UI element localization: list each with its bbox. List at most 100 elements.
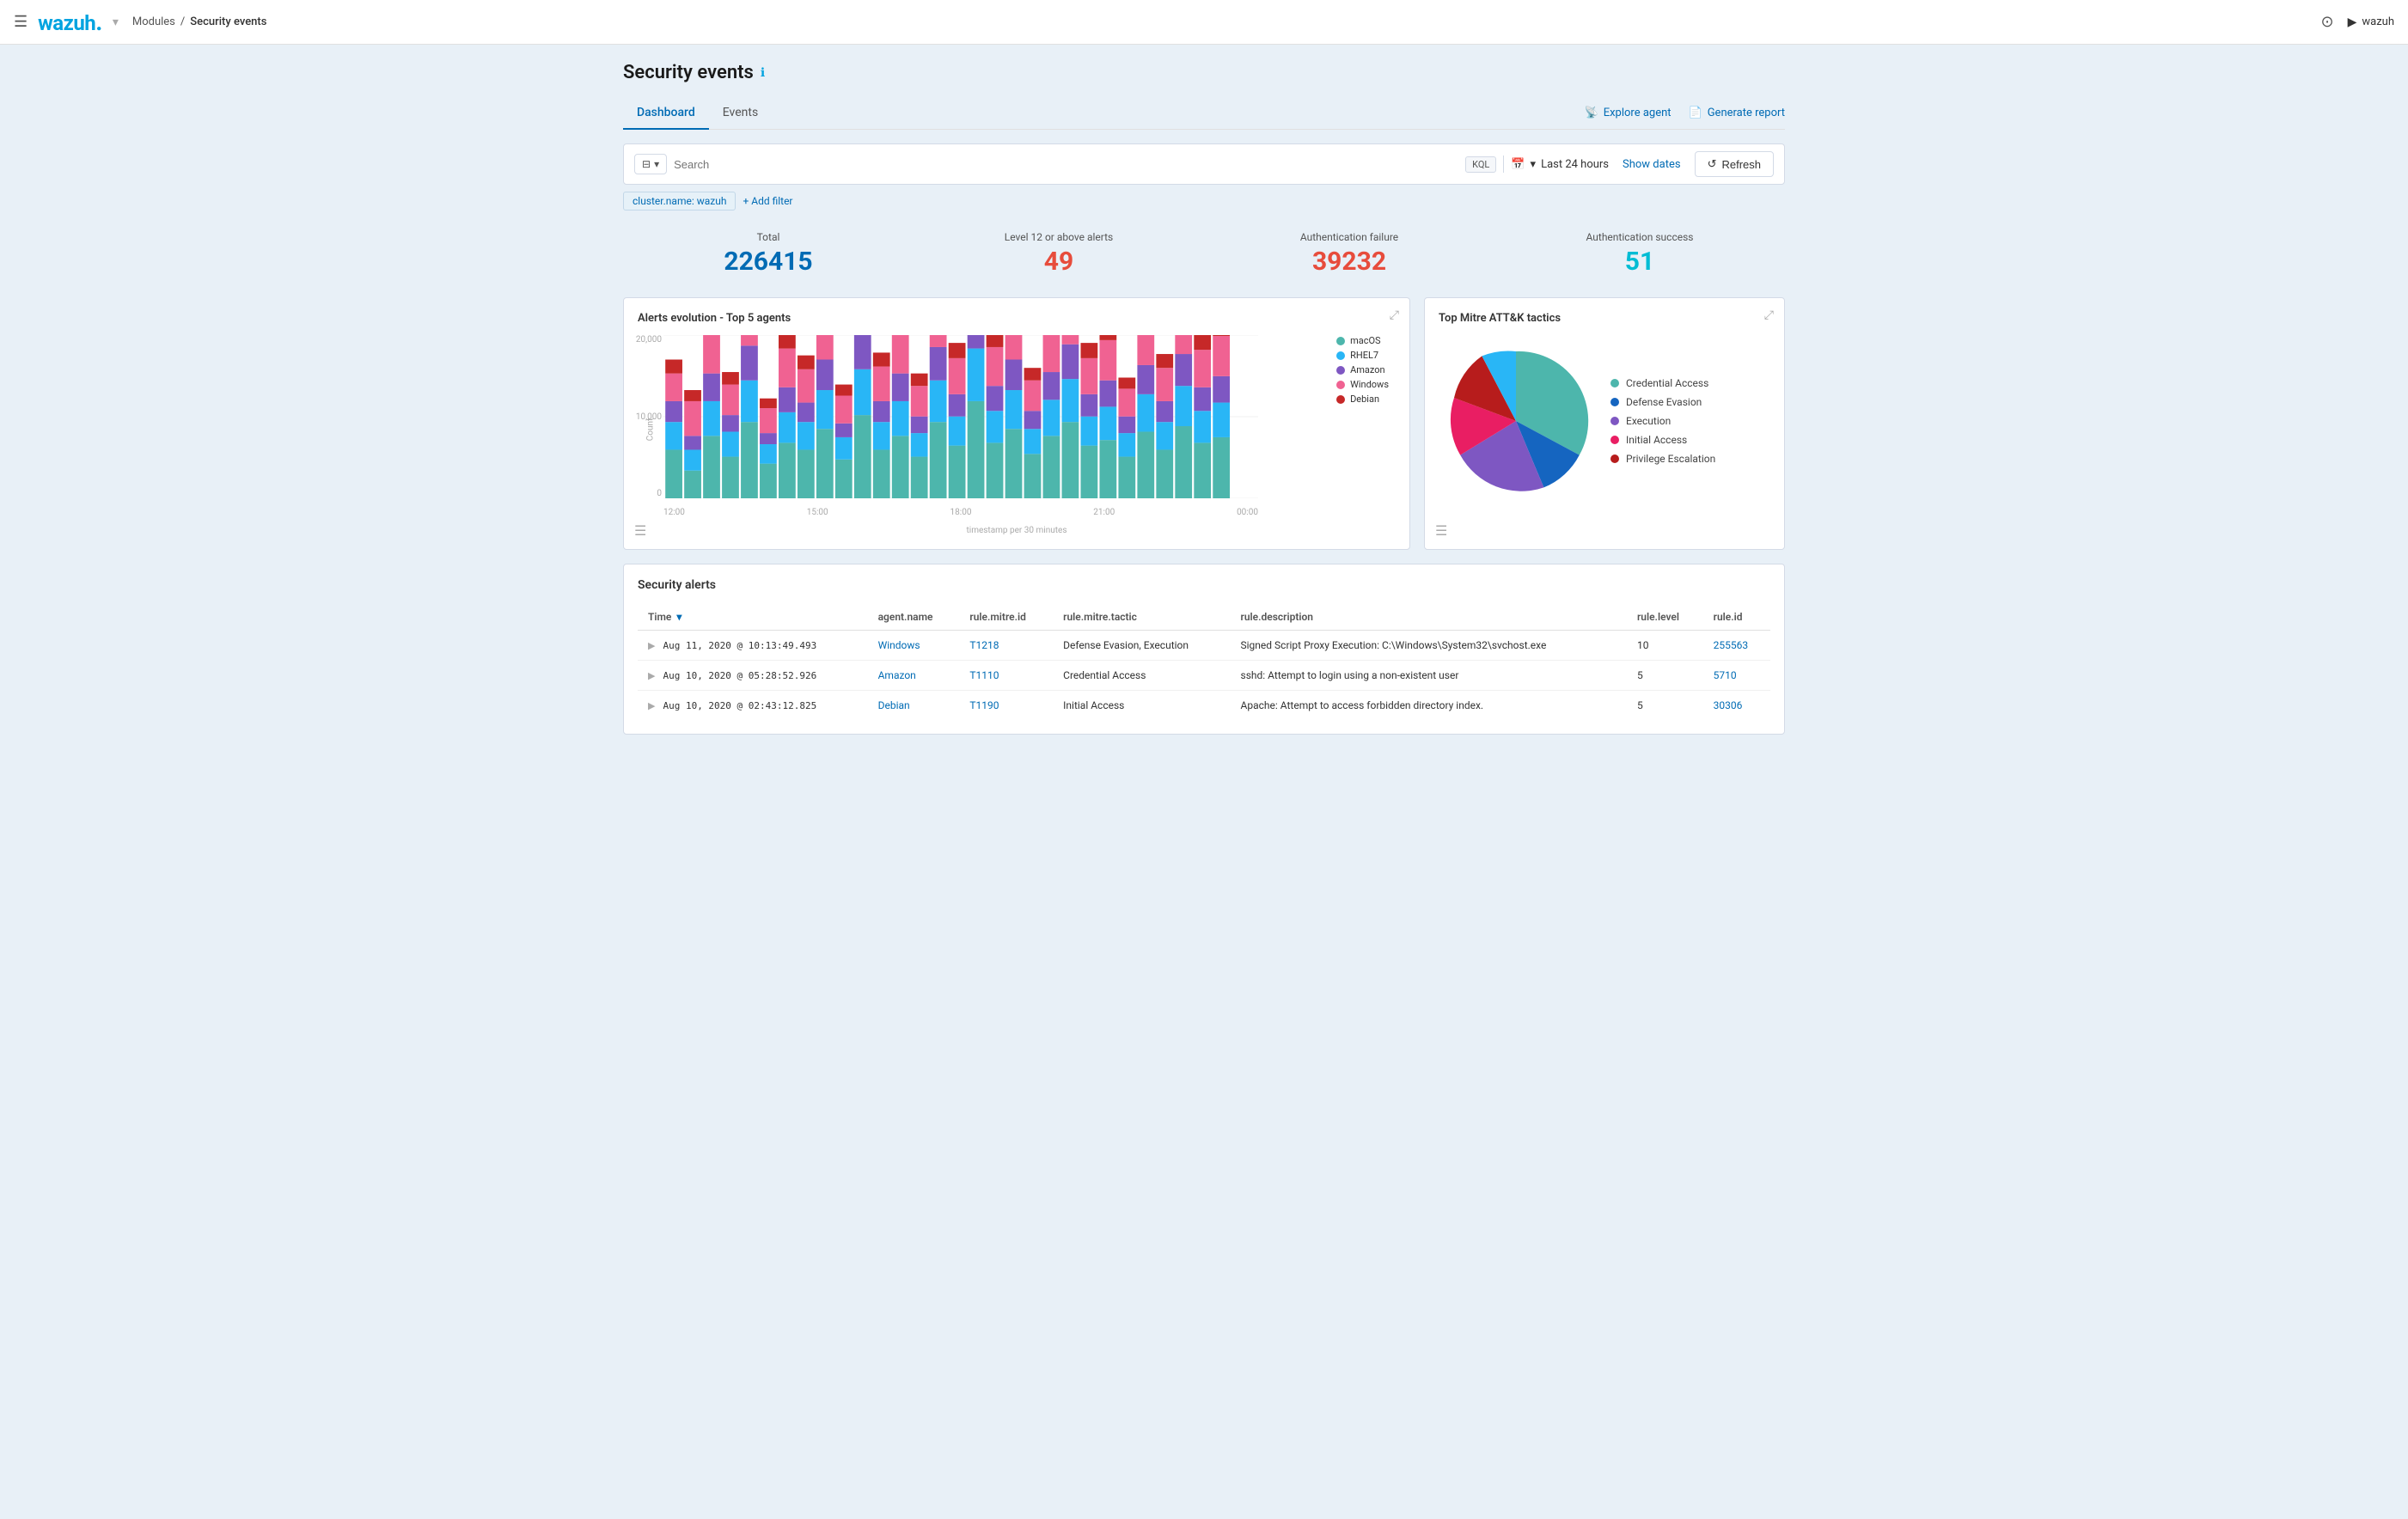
filter-divider	[1503, 156, 1504, 173]
col-time-label: Time	[648, 611, 671, 623]
pie-chart-expand-icon[interactable]: ⤢	[1764, 308, 1774, 322]
legend-windows-label: Windows	[1350, 379, 1389, 390]
row1-time: ▶ Aug 11, 2020 @ 10:13:49.493	[638, 631, 868, 661]
legend-amazon-label: Amazon	[1350, 364, 1385, 375]
explore-agent-link[interactable]: 📡 Explore agent	[1585, 107, 1672, 119]
row2-agent-link[interactable]: Amazon	[878, 669, 916, 681]
stat-level12-label: Level 12 or above alerts	[914, 231, 1204, 243]
col-time[interactable]: Time ▾	[638, 604, 868, 631]
pie-legend-defense-evasion-label: Defense Evasion	[1626, 396, 1702, 408]
breadcrumb-separator: /	[180, 15, 185, 28]
explore-agent-label: Explore agent	[1604, 107, 1672, 119]
row3-mitre-id-link[interactable]: T1190	[969, 699, 999, 711]
kql-badge[interactable]: KQL	[1465, 156, 1496, 173]
show-dates-link[interactable]: Show dates	[1623, 158, 1681, 171]
logo-dot: .	[95, 8, 102, 36]
row3-description: Apache: Attempt to access forbidden dire…	[1231, 691, 1627, 721]
bar-chart-area: Count 20,000 10,000 0	[638, 335, 1396, 524]
row1-rule-id-link[interactable]: 255563	[1714, 639, 1748, 651]
tab-events[interactable]: Events	[709, 97, 772, 130]
legend-macos-dot	[1336, 337, 1345, 345]
pie-legend-credential-access-label: Credential Access	[1626, 377, 1708, 389]
bar-chart-inner: 20,000 10,000 0 12:00 15:00	[663, 335, 1258, 498]
row3-rule-id: 30306	[1703, 691, 1770, 721]
row2-rule-id-link[interactable]: 5710	[1714, 669, 1737, 681]
pie-chart-list-icon[interactable]: ☰	[1435, 522, 1447, 539]
stats-row: Total 226415 Level 12 or above alerts 49…	[623, 224, 1785, 284]
user-menu[interactable]: ▶ wazuh	[2348, 15, 2394, 29]
row2-time: ▶ Aug 10, 2020 @ 05:28:52.926	[638, 661, 868, 691]
generate-report-link[interactable]: 📄 Generate report	[1689, 107, 1785, 119]
pie-legend-privilege-escalation: Privilege Escalation	[1610, 453, 1715, 465]
pie-chart-title: Top Mitre ATT&K tactics	[1439, 312, 1770, 325]
row2-expand-icon[interactable]: ▶	[648, 670, 655, 681]
stat-total-value: 226415	[623, 247, 914, 277]
pie-legend-credential-access: Credential Access	[1610, 377, 1715, 389]
logo-text: wazuh	[38, 11, 95, 35]
x-label-0: 12:00	[663, 508, 685, 517]
row2-mitre-id: T1110	[959, 661, 1053, 691]
report-icon: 📄	[1689, 107, 1702, 119]
tab-dashboard[interactable]: Dashboard	[623, 97, 709, 130]
row3-agent-link[interactable]: Debian	[878, 699, 910, 711]
row3-rule-id-link[interactable]: 30306	[1714, 699, 1743, 711]
filter-bar: ⊟ ▾ KQL 📅 ▾ Last 24 hours Show dates ↺ R…	[623, 143, 1785, 185]
pie-legend-initial-access-dot	[1610, 436, 1619, 444]
filter-toggle-button[interactable]: ⊟ ▾	[634, 154, 667, 174]
logo-dropdown-icon[interactable]: ▾	[113, 15, 119, 29]
calendar-chevron: ▾	[1531, 158, 1537, 171]
row1-expand-icon[interactable]: ▶	[648, 640, 655, 651]
breadcrumb-modules[interactable]: Modules	[132, 15, 175, 28]
active-filter-tag[interactable]: cluster.name: wazuh	[623, 192, 736, 210]
row3-mitre-id: T1190	[959, 691, 1053, 721]
y-tick-2: 0	[634, 489, 662, 498]
row1-agent-link[interactable]: Windows	[878, 639, 920, 651]
pie-legend-execution-label: Execution	[1626, 415, 1671, 427]
page-title-row: Security events ℹ	[623, 62, 1785, 83]
logo[interactable]: wazuh.	[38, 8, 102, 36]
row2-level: 5	[1627, 661, 1703, 691]
x-axis-labels: 12:00 15:00 18:00 21:00 00:00	[663, 508, 1258, 517]
legend-windows: Windows	[1336, 379, 1389, 390]
row2-agent-name: Amazon	[868, 661, 960, 691]
y-tick-1: 10,000	[634, 412, 662, 422]
table-row: ▶ Aug 10, 2020 @ 05:28:52.926 Amazon T11…	[638, 661, 1770, 691]
settings-icon[interactable]: ⊙	[2321, 13, 2334, 31]
stat-auth-failure-value: 39232	[1204, 247, 1494, 277]
pie-chart-svg	[1439, 344, 1593, 498]
row3-time-value: Aug 10, 2020 @ 02:43:12.825	[663, 700, 816, 711]
add-filter-link[interactable]: + Add filter	[743, 195, 792, 207]
bar-chart-expand-icon[interactable]: ⤢	[1390, 308, 1399, 322]
row1-mitre-id-link[interactable]: T1218	[969, 639, 999, 651]
search-input[interactable]	[674, 158, 1458, 171]
bar-chart-list-icon[interactable]: ☰	[634, 522, 646, 539]
tabs-actions: 📡 Explore agent 📄 Generate report	[1585, 107, 1785, 119]
page-title: Security events	[623, 62, 754, 83]
legend-debian-dot	[1336, 395, 1345, 404]
row3-expand-icon[interactable]: ▶	[648, 700, 655, 711]
explore-agent-icon: 📡	[1585, 107, 1598, 119]
filter-tags: cluster.name: wazuh + Add filter	[623, 192, 1785, 210]
stat-auth-success-value: 51	[1494, 247, 1785, 277]
alerts-table: Time ▾ agent.name rule.mitre.id rule.mit…	[638, 604, 1770, 720]
info-icon[interactable]: ℹ	[761, 66, 765, 80]
refresh-button[interactable]: ↺ Refresh	[1695, 151, 1774, 177]
legend-debian-label: Debian	[1350, 393, 1379, 405]
menu-icon[interactable]: ☰	[14, 13, 28, 31]
filter-toggle-icon: ⊟	[642, 158, 651, 170]
col-rule-id: rule.id	[1703, 604, 1770, 631]
row1-description: Signed Script Proxy Execution: C:\Window…	[1231, 631, 1627, 661]
legend-windows-dot	[1336, 381, 1345, 389]
alerts-table-header-row: Time ▾ agent.name rule.mitre.id rule.mit…	[638, 604, 1770, 631]
row1-agent-name: Windows	[868, 631, 960, 661]
time-picker[interactable]: 📅 ▾ Last 24 hours	[1511, 158, 1609, 171]
username: wazuh	[2362, 15, 2394, 28]
row2-mitre-id-link[interactable]: T1110	[969, 669, 999, 681]
alerts-title: Security alerts	[638, 578, 1770, 592]
breadcrumb-current: Security events	[190, 15, 266, 28]
y-axis-ticks: 20,000 10,000 0	[634, 335, 662, 498]
legend-rhel7-dot	[1336, 351, 1345, 360]
pie-legend-privilege-escalation-label: Privilege Escalation	[1626, 453, 1715, 465]
stat-auth-failure-label: Authentication failure	[1204, 231, 1494, 243]
stat-level12-value: 49	[914, 247, 1204, 277]
